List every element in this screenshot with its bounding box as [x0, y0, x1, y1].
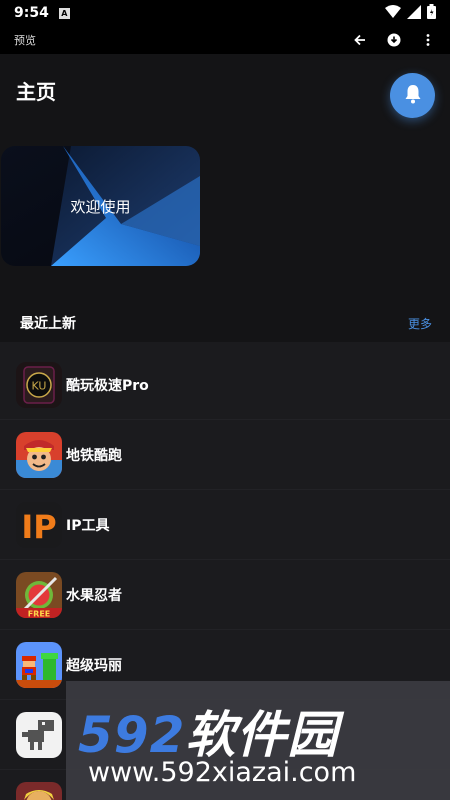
more-link[interactable]: 更多	[408, 315, 432, 332]
wifi-icon	[385, 4, 401, 23]
list-item[interactable]: FREE 水果忍者	[0, 560, 450, 630]
toolbar-actions	[352, 32, 436, 48]
welcome-banner[interactable]: 欢迎使用	[1, 146, 200, 266]
svg-text:KU: KU	[32, 379, 47, 392]
status-icons	[385, 3, 436, 23]
banner-text: 欢迎使用	[70, 197, 131, 216]
notification-icon: A	[58, 7, 70, 19]
section-title: 最近上新	[20, 316, 76, 332]
top-toolbar: 预览	[0, 26, 450, 54]
section-header: 最近上新 更多	[0, 305, 450, 341]
list-item[interactable]: 地铁酷跑	[0, 420, 450, 490]
toolbar-title: 预览	[14, 34, 36, 47]
fruit-ninja-icon: FREE	[16, 571, 62, 618]
more-vert-icon[interactable]	[420, 32, 436, 48]
app-name: 酷玩极速Pro	[66, 377, 149, 394]
list-item[interactable]: IP IP工具	[0, 490, 450, 560]
battery-icon	[427, 3, 436, 23]
status-bar: 9:54 A	[0, 0, 450, 26]
ip-tool-icon: IP	[16, 501, 62, 548]
notification-button[interactable]	[390, 73, 435, 118]
kuwan-app-icon: KU	[16, 361, 62, 408]
status-time: 9:54	[14, 5, 49, 21]
back-arrow-icon[interactable]	[352, 32, 368, 48]
app-name: 超级玛丽	[66, 657, 122, 674]
app-name: 水果忍者	[66, 587, 122, 604]
svg-text:FREE: FREE	[28, 609, 51, 618]
dino-game-icon	[16, 711, 62, 758]
watermark-brand-text: 软件园	[185, 706, 339, 764]
page-title: 主页	[16, 80, 56, 104]
game-icon	[16, 781, 62, 800]
download-icon[interactable]	[386, 32, 402, 48]
bell-icon	[404, 84, 422, 108]
signal-icon	[407, 4, 421, 23]
subway-surfers-icon	[16, 431, 62, 478]
watermark-url: www.592xiazai.com	[88, 757, 357, 788]
watermark: 592软件园 www.592xiazai.com	[66, 681, 450, 800]
super-mario-icon	[16, 641, 62, 688]
svg-text:IP: IP	[21, 508, 56, 546]
watermark-number: 592	[78, 706, 186, 764]
app-name: 地铁酷跑	[66, 447, 122, 464]
app-name: IP工具	[66, 517, 110, 534]
list-item[interactable]: KU 酷玩极速Pro	[0, 350, 450, 420]
